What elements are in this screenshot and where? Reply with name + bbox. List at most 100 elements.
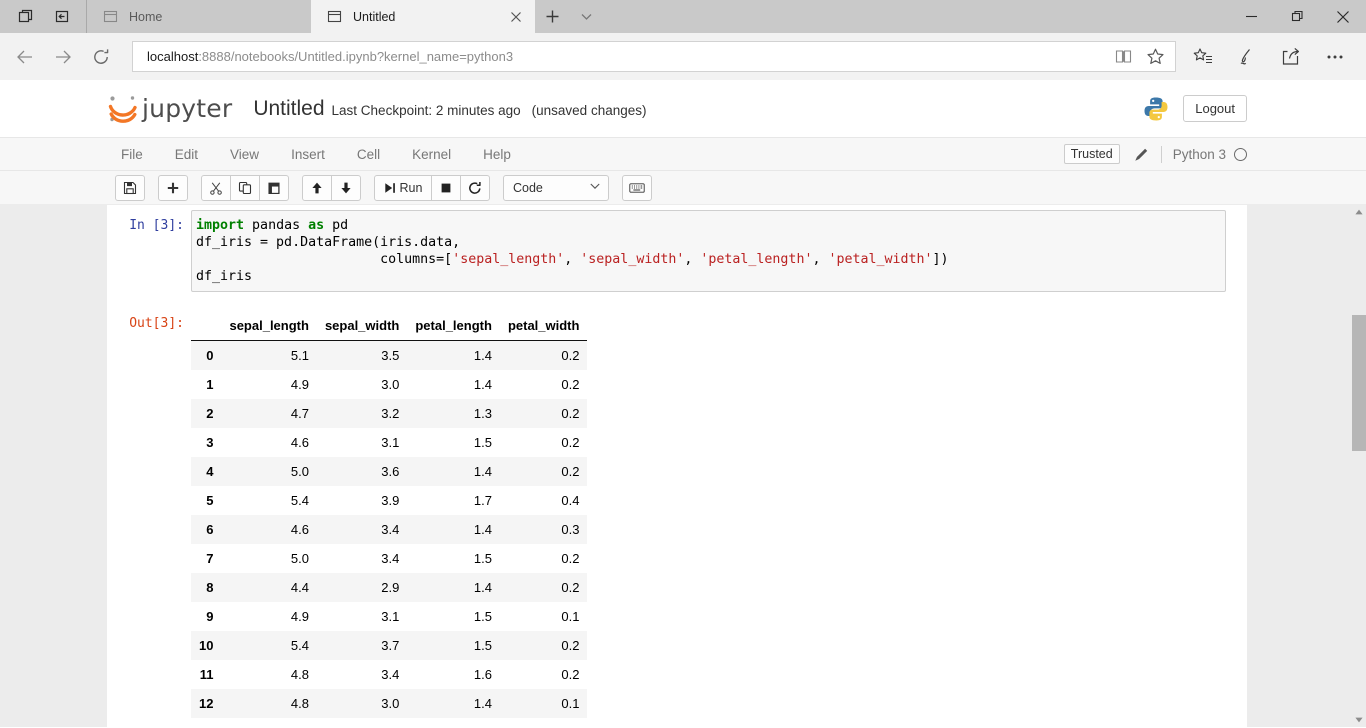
table-row-index: 10 <box>191 631 221 660</box>
table-cell-sepal-width: 3.0 <box>317 718 407 727</box>
interrupt-kernel-button[interactable] <box>431 175 461 201</box>
toolbar-group-move <box>302 175 361 201</box>
table-row-index: 6 <box>191 515 221 544</box>
table-row-index: 12 <box>191 689 221 718</box>
kernel-idle-circle-icon <box>1234 148 1247 161</box>
table-header-petal-length: petal_length <box>407 314 500 341</box>
jupyter-header: jupyter Untitled Last Checkpoint: 2 minu… <box>0 80 1366 138</box>
copy-cell-button[interactable] <box>230 175 260 201</box>
window-controls <box>1228 0 1366 33</box>
chevron-down-icon[interactable] <box>569 0 603 33</box>
save-button[interactable] <box>115 175 145 201</box>
cell-type-select[interactable]: Code <box>503 175 609 201</box>
more-icon[interactable] <box>1314 38 1356 76</box>
table-row-index: 9 <box>191 602 221 631</box>
table-cell-petal-length: 1.1 <box>407 718 500 727</box>
divider <box>1161 146 1162 163</box>
favorites-hub-icon[interactable] <box>1182 38 1224 76</box>
toolbar-group-palette <box>622 175 652 201</box>
kernel-status-group: Trusted Python 3 <box>1064 144 1247 164</box>
browser-tab-home[interactable]: Home <box>87 0 311 33</box>
scrollbar-thumb[interactable] <box>1352 315 1366 451</box>
add-favorite-icon[interactable] <box>1139 42 1171 71</box>
restart-kernel-button[interactable] <box>460 175 490 201</box>
browser-toolbar-right <box>1182 38 1356 76</box>
menu-edit[interactable]: Edit <box>159 138 214 171</box>
page-scrollbar[interactable] <box>1352 205 1366 727</box>
address-bar[interactable]: localhost:8888/notebooks/Untitled.ipynb?… <box>132 41 1176 72</box>
paste-cell-button[interactable] <box>259 175 289 201</box>
table-cell-petal-width: 0.2 <box>500 631 588 660</box>
table-header-petal-width: petal_width <box>500 314 588 341</box>
table-cell-petal-width: 0.2 <box>500 544 588 573</box>
table-row: 34.63.11.50.2 <box>191 428 587 457</box>
menu-view[interactable]: View <box>214 138 275 171</box>
code-cell[interactable]: In [3]: import pandas as pd df_iris = pd… <box>107 205 1247 292</box>
table-cell-sepal-width: 3.4 <box>317 544 407 573</box>
reading-view-icon[interactable] <box>1107 42 1139 71</box>
share-icon[interactable] <box>1270 38 1312 76</box>
table-cell-sepal-length: 5.4 <box>221 486 316 515</box>
page-icon <box>325 8 343 26</box>
table-row: 55.43.91.70.4 <box>191 486 587 515</box>
notebook-scroll-area[interactable]: In [3]: import pandas as pd df_iris = pd… <box>0 205 1366 727</box>
table-row: 114.83.41.60.2 <box>191 660 587 689</box>
table-cell-sepal-width: 3.4 <box>317 515 407 544</box>
table-cell-sepal-width: 2.9 <box>317 573 407 602</box>
table-cell-petal-length: 1.6 <box>407 660 500 689</box>
set-aside-tabs-icon[interactable] <box>44 0 80 33</box>
table-row: 124.83.01.40.1 <box>191 689 587 718</box>
close-icon[interactable] <box>503 4 529 30</box>
logout-button[interactable]: Logout <box>1183 95 1247 122</box>
table-cell-sepal-length: 5.1 <box>221 341 316 371</box>
browser-tab-untitled[interactable]: Untitled <box>311 0 535 33</box>
url-path: :8888/notebooks/Untitled.ipynb?kernel_na… <box>198 49 513 64</box>
table-cell-petal-width: 0.2 <box>500 428 588 457</box>
table-cell-petal-length: 1.5 <box>407 428 500 457</box>
move-cell-up-button[interactable] <box>302 175 332 201</box>
scroll-up-arrow-icon[interactable] <box>1352 205 1366 219</box>
cut-cell-button[interactable] <box>201 175 231 201</box>
python-logo-icon <box>1143 96 1169 122</box>
menu-cell[interactable]: Cell <box>341 138 396 171</box>
menu-insert[interactable]: Insert <box>275 138 341 171</box>
jupyter-logo[interactable]: jupyter <box>107 92 232 126</box>
table-row-index: 5 <box>191 486 221 515</box>
close-icon[interactable] <box>1320 0 1366 33</box>
forward-button[interactable] <box>44 38 82 76</box>
trusted-badge: Trusted <box>1064 144 1120 164</box>
code-editor[interactable]: import pandas as pd df_iris = pd.DataFra… <box>191 210 1226 292</box>
minimize-icon[interactable] <box>1228 0 1274 33</box>
reload-button[interactable] <box>82 38 120 76</box>
edit-pencil-icon[interactable] <box>1134 147 1149 162</box>
table-header-row: sepal_length sepal_width petal_length pe… <box>191 314 587 341</box>
table-header-sepal-length: sepal_length <box>221 314 316 341</box>
new-tab-button[interactable] <box>535 0 569 33</box>
web-notes-icon[interactable] <box>1226 38 1268 76</box>
menu-kernel[interactable]: Kernel <box>396 138 467 171</box>
dataframe-table: sepal_length sepal_width petal_length pe… <box>191 314 587 727</box>
table-cell-sepal-width: 3.2 <box>317 399 407 428</box>
table-cell-sepal-width: 3.9 <box>317 486 407 515</box>
kernel-name[interactable]: Python 3 <box>1173 147 1226 162</box>
keyboard-icon[interactable] <box>622 175 652 201</box>
run-cell-button[interactable]: Run <box>374 175 432 201</box>
table-row-index: 3 <box>191 428 221 457</box>
table-cell-petal-width: 0.1 <box>500 689 588 718</box>
restore-window-icon[interactable] <box>8 0 44 33</box>
menu-file[interactable]: File <box>107 138 159 171</box>
insert-cell-below-button[interactable] <box>158 175 188 201</box>
toolbar-group-clipboard <box>201 175 289 201</box>
jupyter-header-right: Logout <box>1143 95 1247 122</box>
table-cell-sepal-width: 3.1 <box>317 428 407 457</box>
notebook-name[interactable]: Untitled <box>253 97 324 121</box>
move-cell-down-button[interactable] <box>331 175 361 201</box>
restore-icon[interactable] <box>1274 0 1320 33</box>
back-button[interactable] <box>6 38 44 76</box>
table-cell-sepal-length: 4.4 <box>221 573 316 602</box>
menu-help[interactable]: Help <box>467 138 527 171</box>
table-cell-petal-width: 0.2 <box>500 341 588 371</box>
table-cell-sepal-width: 3.0 <box>317 370 407 399</box>
scroll-down-arrow-icon[interactable] <box>1352 713 1366 727</box>
table-cell-sepal-length: 4.9 <box>221 602 316 631</box>
